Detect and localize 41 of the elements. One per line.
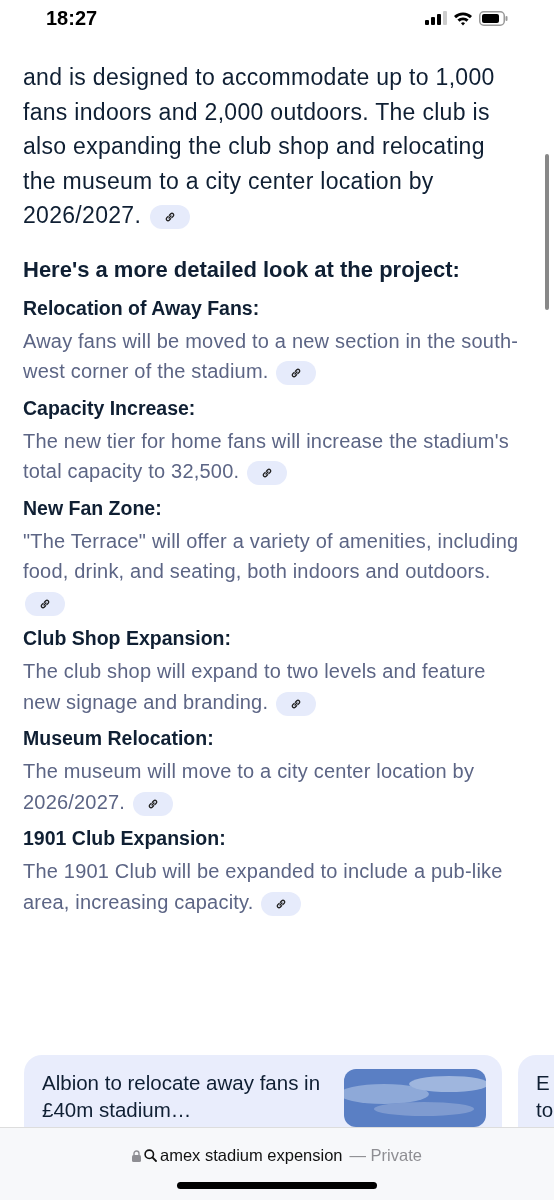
news-card[interactable]: Albion to relocate away fans in £40m stadium… <box>24 1055 502 1127</box>
source-link[interactable] <box>275 691 316 716</box>
item-text: The new tier for home fans will increase the stadium's total capacity to 32,500. <box>23 429 509 483</box>
link-icon <box>39 597 51 610</box>
card-title: E to <box>536 1070 554 1123</box>
section-heading: Here's a more detailed look at the project: <box>23 255 461 284</box>
item-heading: Relocation of Away Fans: <box>23 295 261 321</box>
item-text: "The Terrace" will offer a variety of amenities, including food, drink, and seating, both indoors and outdoors. <box>23 529 519 613</box>
item-text: The club shop will expand to two levels and feature new signage and branding. <box>23 660 486 713</box>
item-text: Away fans will be moved to a new section in the south-west corner of the stadium. <box>23 329 519 383</box>
link-icon <box>163 211 176 224</box>
battery-icon <box>479 10 508 26</box>
source-link[interactable] <box>276 361 317 386</box>
browsing-mode: — Private <box>349 1146 422 1165</box>
source-link[interactable] <box>25 591 65 616</box>
source-link[interactable] <box>149 205 190 230</box>
address-bar[interactable]: amex stadium expension — Private <box>0 1127 554 1200</box>
source-link[interactable] <box>247 461 287 486</box>
lock-icon <box>132 1149 141 1162</box>
news-card[interactable]: E to <box>518 1055 554 1127</box>
wifi-icon <box>453 10 473 26</box>
item-heading: Capacity Increase: <box>23 395 197 421</box>
source-link[interactable] <box>132 791 173 816</box>
link-icon <box>275 897 288 910</box>
link-icon <box>146 797 159 810</box>
paragraph: and is designed to accommodate up to 1,000 fans indoors and 2,000 outdoors. The club is also expanding the club shop and relocating the museum to a city center location by 2026/2027. <box>23 64 495 229</box>
link-icon <box>261 467 273 480</box>
status-time: 18:27 <box>46 6 98 30</box>
item-heading: 1901 Club Expansion: <box>23 826 227 852</box>
item-text: The 1901 Club will be expanded to include a pub-like area, increasing capacity. <box>23 860 503 913</box>
item-heading: New Fan Zone: <box>23 495 163 521</box>
search-query: amex stadium expension <box>160 1146 343 1165</box>
item-text: The museum will move to a city center location by 2026/2027. <box>23 760 475 813</box>
item-heading: Club Shop Expansion: <box>23 626 232 652</box>
link-icon <box>290 367 303 380</box>
item-heading: Museum Relocation: <box>23 726 215 752</box>
link-icon <box>289 697 302 710</box>
search-icon <box>144 1149 157 1162</box>
card-title: Albion to relocate away fans in £40m stadium… <box>42 1070 322 1123</box>
signal-icon <box>425 11 447 25</box>
source-link[interactable] <box>261 891 302 916</box>
